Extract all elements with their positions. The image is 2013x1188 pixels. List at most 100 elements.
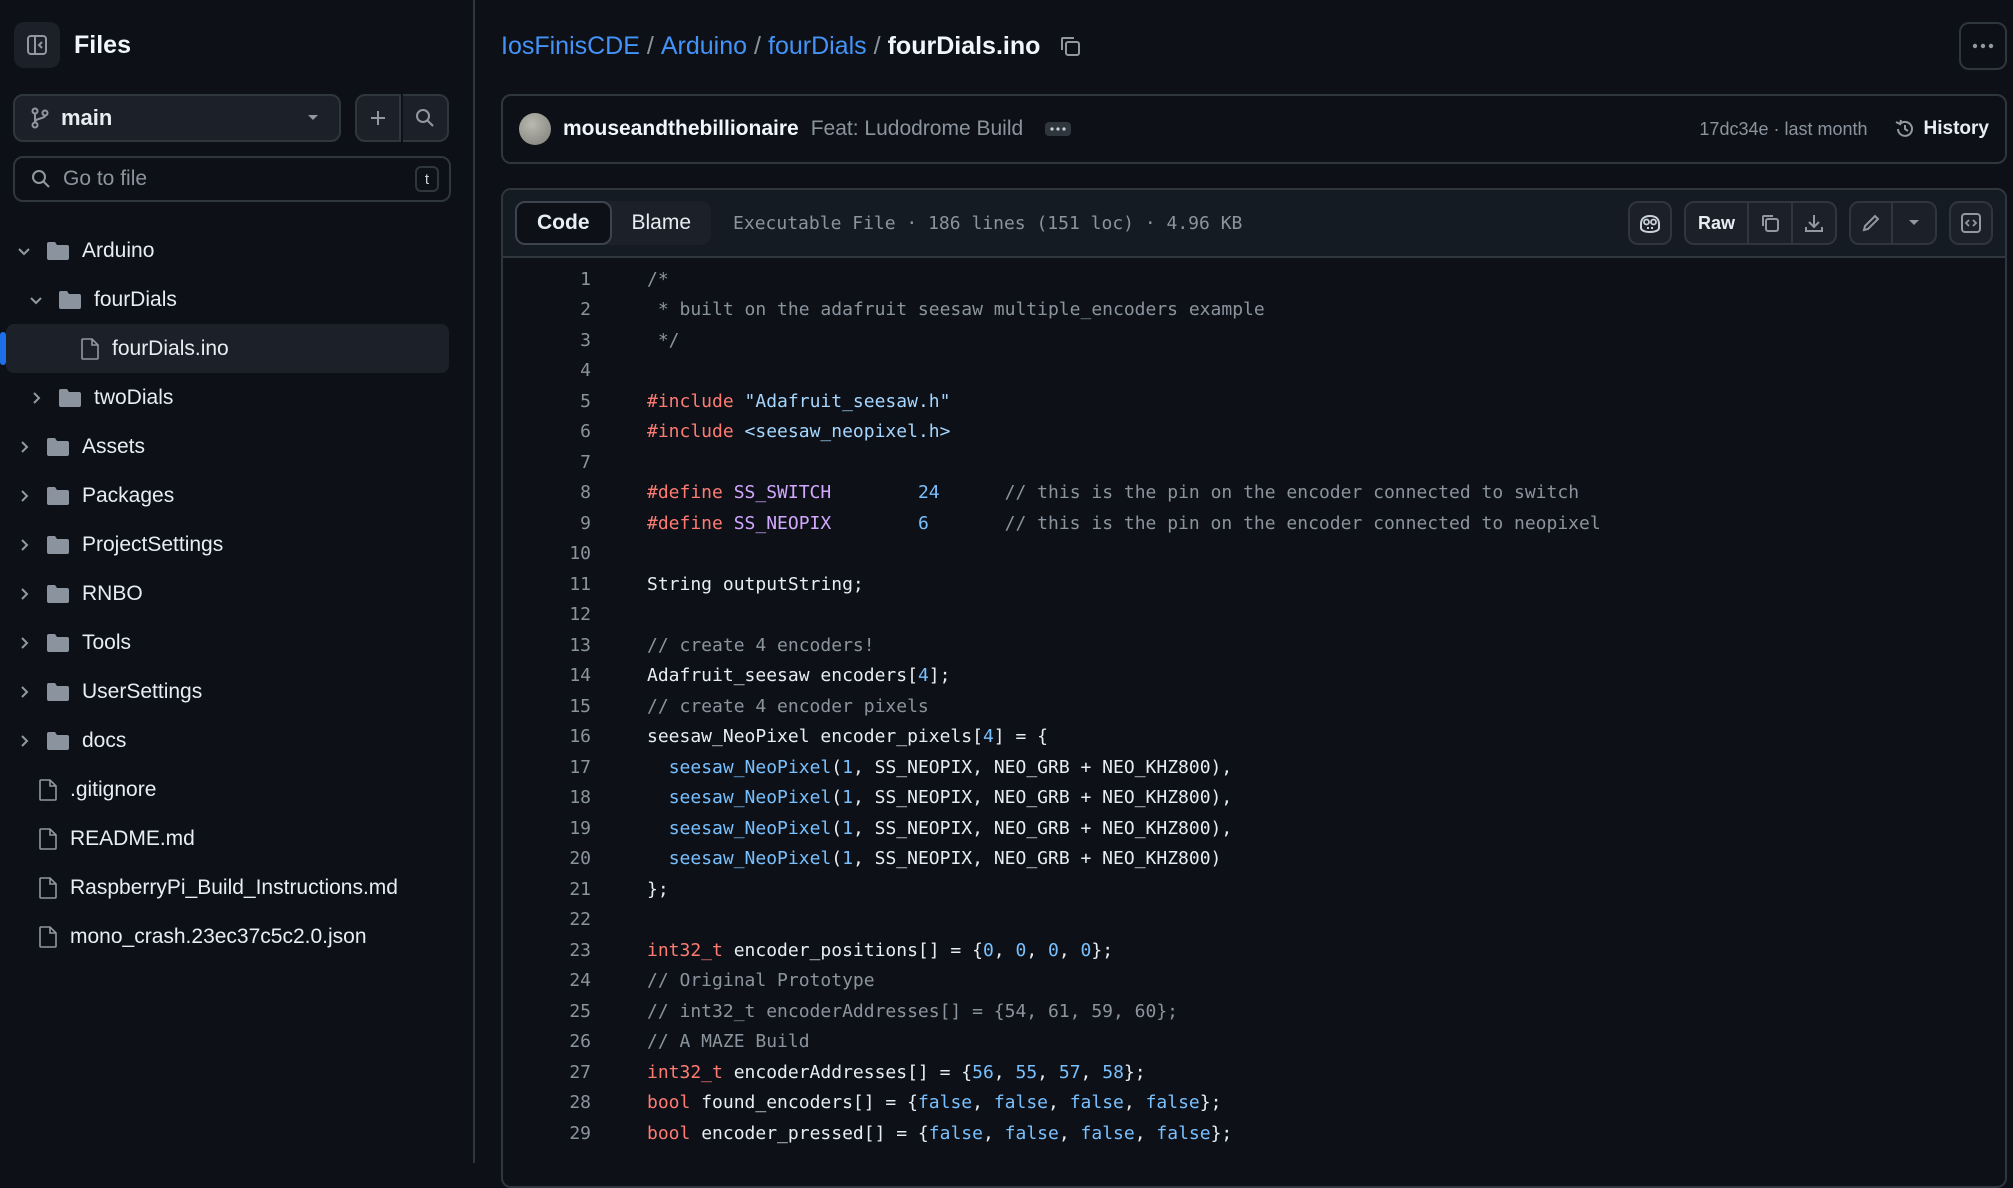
raw-button[interactable]: Raw (1683, 201, 1749, 245)
tree-folder-item[interactable]: docs (0, 716, 473, 765)
line-number[interactable]: 6 (503, 421, 591, 442)
more-options-button[interactable] (1959, 22, 2007, 70)
go-to-file-input[interactable]: Go to file t (13, 156, 451, 202)
copy-icon (1762, 215, 1779, 232)
line-number[interactable]: 2 (503, 299, 591, 320)
line-number[interactable]: 26 (503, 1031, 591, 1052)
sidebar-header: Files (14, 22, 131, 68)
tree-folder-item[interactable]: Tools (0, 618, 473, 667)
chevron-down-icon[interactable] (16, 243, 32, 259)
tree-folder-item[interactable]: Packages (0, 471, 473, 520)
add-file-button[interactable] (355, 94, 401, 142)
commit-author[interactable]: mouseandthebillionaire (563, 117, 799, 141)
tree-file-item[interactable]: README.md (0, 814, 473, 863)
chevron-right-icon[interactable] (16, 586, 32, 602)
chevron-right-icon[interactable] (16, 537, 32, 553)
code-token: , (1080, 1061, 1103, 1083)
line-number[interactable]: 8 (503, 482, 591, 503)
line-number[interactable]: 1 (503, 269, 591, 290)
line-number[interactable]: 16 (503, 726, 591, 747)
tree-file-item[interactable]: mono_crash.23ec37c5c2.0.json (0, 912, 473, 961)
tree-folder-item[interactable]: Assets (0, 422, 473, 471)
code-token: ]; (928, 665, 951, 687)
code-token: , SS_NEOPIX, NEO_GRB + NEO_KHZ800), (852, 787, 1233, 809)
code-line: 5 #include "Adafruit_seesaw.h" (503, 386, 2005, 417)
line-number[interactable]: 25 (503, 1001, 591, 1022)
expand-commit-message-button[interactable] (1045, 122, 1072, 136)
code-token: int32_t (647, 939, 723, 961)
chevron-right-icon[interactable] (16, 635, 32, 651)
code-line: 14 Adafruit_seesaw encoders[4]; (503, 661, 2005, 692)
copilot-button[interactable] (1627, 201, 1672, 245)
line-number[interactable]: 10 (503, 543, 591, 564)
copy-path-button[interactable] (1058, 34, 1082, 58)
line-number[interactable]: 23 (503, 940, 591, 961)
chevron-right-icon[interactable] (16, 684, 32, 700)
line-number[interactable]: 18 (503, 787, 591, 808)
line-number[interactable]: 21 (503, 879, 591, 900)
line-number[interactable]: 4 (503, 360, 591, 381)
commit-message[interactable]: Feat: Ludodrome Build (811, 117, 1023, 141)
chevron-right-icon[interactable] (16, 733, 32, 749)
line-number[interactable]: 7 (503, 452, 591, 473)
edit-options-dropdown[interactable] (1893, 201, 1937, 245)
tree-folder-item[interactable]: UserSettings (0, 667, 473, 716)
tab-blame[interactable]: Blame (612, 201, 712, 245)
code-token: 4 (917, 665, 929, 687)
line-number[interactable]: 14 (503, 665, 591, 686)
symbols-panel-button[interactable] (1949, 201, 1993, 245)
line-number[interactable]: 11 (503, 574, 591, 595)
line-number[interactable]: 29 (503, 1123, 591, 1144)
line-number[interactable]: 17 (503, 757, 591, 778)
tree-folder-item[interactable]: fourDials (0, 275, 473, 324)
commit-meta[interactable]: 17dc34e · last month (1699, 119, 1867, 140)
copy-raw-button[interactable] (1749, 201, 1793, 245)
tree-folder-item[interactable]: twoDials (0, 373, 473, 422)
line-number[interactable]: 27 (503, 1062, 591, 1083)
search-files-button[interactable] (403, 94, 449, 142)
tree-file-item[interactable]: fourDials.ino (0, 324, 449, 373)
line-number[interactable]: 9 (503, 513, 591, 534)
code-token: #include (647, 421, 734, 443)
line-number[interactable]: 20 (503, 848, 591, 869)
tree-file-item[interactable]: .gitignore (0, 765, 473, 814)
chevron-right-icon[interactable] (16, 439, 32, 455)
tab-code[interactable]: Code (515, 201, 612, 245)
line-number[interactable]: 13 (503, 635, 591, 656)
chevron-right-icon[interactable] (28, 390, 44, 406)
download-icon (1805, 215, 1823, 232)
tree-folder-item[interactable]: Arduino (0, 226, 473, 275)
history-button[interactable]: History (1894, 118, 1989, 140)
line-number[interactable]: 28 (503, 1092, 591, 1113)
line-number[interactable]: 15 (503, 696, 591, 717)
breadcrumb-link[interactable]: Arduino (661, 32, 747, 61)
breadcrumb-current-file: fourDials.ino (887, 31, 1041, 60)
line-number[interactable]: 19 (503, 818, 591, 839)
branch-selector[interactable]: main (13, 94, 341, 142)
avatar[interactable] (519, 113, 551, 145)
caret-down-icon (308, 115, 318, 120)
breadcrumb-repo-link[interactable]: IosFinisCDE (501, 32, 640, 61)
download-button[interactable] (1793, 201, 1837, 245)
code-token: 1 (842, 848, 853, 870)
file-icon (39, 925, 57, 948)
line-number[interactable]: 22 (503, 909, 591, 930)
code-line: 18 seesaw_NeoPixel(1, SS_NEOPIX, NEO_GRB… (503, 783, 2005, 814)
chevron-down-icon[interactable] (28, 292, 44, 308)
folder-icon (47, 486, 69, 505)
tree-file-item[interactable]: RaspberryPi_Build_Instructions.md (0, 863, 473, 912)
edit-file-button[interactable] (1849, 201, 1893, 245)
breadcrumb-link[interactable]: fourDials (768, 32, 867, 61)
tree-folder-item[interactable]: RNBO (0, 569, 473, 618)
collapse-sidebar-button[interactable] (14, 22, 60, 68)
code-token: 0 (982, 939, 994, 961)
line-source: bool encoder_pressed[] = {false, false, … (647, 1123, 1232, 1144)
line-number[interactable]: 24 (503, 970, 591, 991)
line-number[interactable]: 3 (503, 330, 591, 351)
chevron-right-icon[interactable] (16, 488, 32, 504)
line-number[interactable]: 5 (503, 391, 591, 412)
line-number[interactable]: 12 (503, 604, 591, 625)
tree-folder-item[interactable]: ProjectSettings (0, 520, 473, 569)
code-line: 10 (503, 539, 2005, 570)
